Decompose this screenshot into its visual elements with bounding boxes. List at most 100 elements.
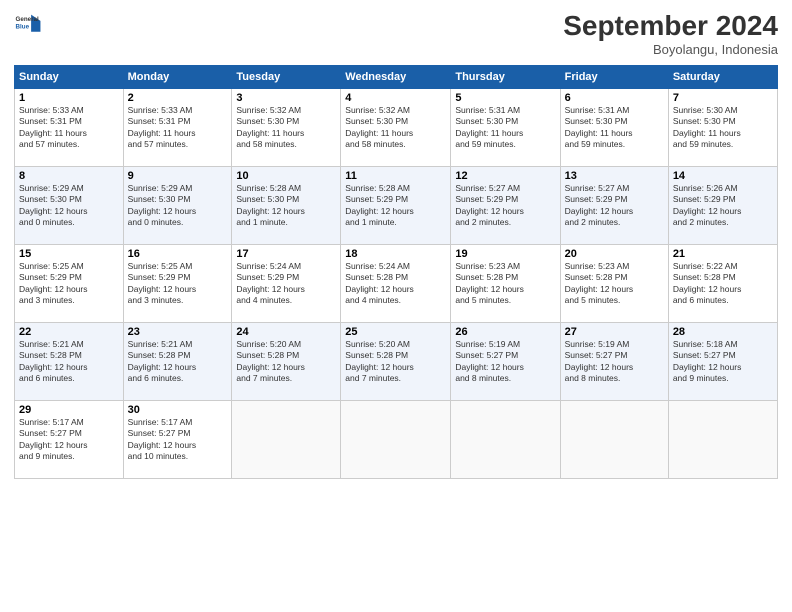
day-number: 29 — [19, 404, 119, 416]
svg-text:General: General — [16, 16, 39, 23]
calendar-cell: 19Sunrise: 5:23 AMSunset: 5:28 PMDayligh… — [451, 245, 560, 323]
calendar-cell: 8Sunrise: 5:29 AMSunset: 5:30 PMDaylight… — [15, 167, 124, 245]
day-info: Sunrise: 5:29 AMSunset: 5:30 PMDaylight:… — [128, 183, 228, 229]
calendar-week-1: 1 Sunrise: 5:33 AMSunset: 5:31 PMDaylight… — [15, 89, 778, 167]
calendar-cell — [451, 401, 560, 479]
calendar-cell: 14Sunrise: 5:26 AMSunset: 5:29 PMDayligh… — [668, 167, 777, 245]
calendar-week-3: 15Sunrise: 5:25 AMSunset: 5:29 PMDayligh… — [15, 245, 778, 323]
day-info: Sunrise: 5:21 AMSunset: 5:28 PMDaylight:… — [19, 339, 119, 385]
day-info: Sunrise: 5:30 AMSunset: 5:30 PMDaylight:… — [673, 105, 773, 151]
day-number: 2 — [128, 92, 228, 104]
day-number: 18 — [345, 248, 446, 260]
day-info: Sunrise: 5:20 AMSunset: 5:28 PMDaylight:… — [236, 339, 336, 385]
calendar-cell: 10Sunrise: 5:28 AMSunset: 5:30 PMDayligh… — [232, 167, 341, 245]
col-header-saturday: Saturday — [668, 66, 777, 89]
day-number: 1 — [19, 92, 119, 104]
calendar-cell: 6Sunrise: 5:31 AMSunset: 5:30 PMDaylight… — [560, 89, 668, 167]
page-header: General Blue September 2024 Boyolangu, I… — [14, 10, 778, 57]
calendar-cell: 3Sunrise: 5:32 AMSunset: 5:30 PMDaylight… — [232, 89, 341, 167]
calendar-cell — [560, 401, 668, 479]
calendar-cell: 27Sunrise: 5:19 AMSunset: 5:27 PMDayligh… — [560, 323, 668, 401]
day-info: Sunrise: 5:17 AMSunset: 5:27 PMDaylight:… — [128, 417, 228, 463]
day-info: Sunrise: 5:23 AMSunset: 5:28 PMDaylight:… — [455, 261, 555, 307]
day-info: Sunrise: 5:27 AMSunset: 5:29 PMDaylight:… — [565, 183, 664, 229]
day-number: 4 — [345, 92, 446, 104]
day-info: Sunrise: 5:23 AMSunset: 5:28 PMDaylight:… — [565, 261, 664, 307]
day-number: 19 — [455, 248, 555, 260]
calendar-cell: 18Sunrise: 5:24 AMSunset: 5:28 PMDayligh… — [341, 245, 451, 323]
calendar-week-4: 22Sunrise: 5:21 AMSunset: 5:28 PMDayligh… — [15, 323, 778, 401]
title-area: September 2024 Boyolangu, Indonesia — [563, 10, 778, 57]
day-number: 27 — [565, 326, 664, 338]
calendar-cell: 16Sunrise: 5:25 AMSunset: 5:29 PMDayligh… — [123, 245, 232, 323]
calendar-cell: 15Sunrise: 5:25 AMSunset: 5:29 PMDayligh… — [15, 245, 124, 323]
day-info: Sunrise: 5:33 AMSunset: 5:31 PMDaylight:… — [128, 105, 228, 151]
day-number: 9 — [128, 170, 228, 182]
day-info: Sunrise: 5:32 AMSunset: 5:30 PMDaylight:… — [236, 105, 336, 151]
day-number: 20 — [565, 248, 664, 260]
col-header-friday: Friday — [560, 66, 668, 89]
day-number: 14 — [673, 170, 773, 182]
calendar-cell: 21Sunrise: 5:22 AMSunset: 5:28 PMDayligh… — [668, 245, 777, 323]
col-header-wednesday: Wednesday — [341, 66, 451, 89]
calendar-week-5: 29Sunrise: 5:17 AMSunset: 5:27 PMDayligh… — [15, 401, 778, 479]
day-info: Sunrise: 5:21 AMSunset: 5:28 PMDaylight:… — [128, 339, 228, 385]
day-number: 28 — [673, 326, 773, 338]
calendar-cell: 9Sunrise: 5:29 AMSunset: 5:30 PMDaylight… — [123, 167, 232, 245]
day-info: Sunrise: 5:19 AMSunset: 5:27 PMDaylight:… — [565, 339, 664, 385]
calendar-cell: 30Sunrise: 5:17 AMSunset: 5:27 PMDayligh… — [123, 401, 232, 479]
day-info: Sunrise: 5:28 AMSunset: 5:30 PMDaylight:… — [236, 183, 336, 229]
calendar-cell: 2Sunrise: 5:33 AMSunset: 5:31 PMDaylight… — [123, 89, 232, 167]
day-info: Sunrise: 5:31 AMSunset: 5:30 PMDaylight:… — [455, 105, 555, 151]
calendar: SundayMondayTuesdayWednesdayThursdayFrid… — [14, 65, 778, 479]
col-header-thursday: Thursday — [451, 66, 560, 89]
col-header-tuesday: Tuesday — [232, 66, 341, 89]
day-number: 23 — [128, 326, 228, 338]
day-number: 11 — [345, 170, 446, 182]
day-number: 21 — [673, 248, 773, 260]
day-number: 26 — [455, 326, 555, 338]
calendar-cell: 1Sunrise: 5:33 AMSunset: 5:31 PMDaylight… — [15, 89, 124, 167]
day-number: 12 — [455, 170, 555, 182]
month-title: September 2024 — [563, 10, 778, 42]
calendar-cell: 11Sunrise: 5:28 AMSunset: 5:29 PMDayligh… — [341, 167, 451, 245]
calendar-cell: 4Sunrise: 5:32 AMSunset: 5:30 PMDaylight… — [341, 89, 451, 167]
day-info: Sunrise: 5:17 AMSunset: 5:27 PMDaylight:… — [19, 417, 119, 463]
calendar-cell — [232, 401, 341, 479]
calendar-cell: 23Sunrise: 5:21 AMSunset: 5:28 PMDayligh… — [123, 323, 232, 401]
calendar-cell: 26Sunrise: 5:19 AMSunset: 5:27 PMDayligh… — [451, 323, 560, 401]
day-info: Sunrise: 5:18 AMSunset: 5:27 PMDaylight:… — [673, 339, 773, 385]
calendar-cell: 12Sunrise: 5:27 AMSunset: 5:29 PMDayligh… — [451, 167, 560, 245]
calendar-cell: 13Sunrise: 5:27 AMSunset: 5:29 PMDayligh… — [560, 167, 668, 245]
calendar-cell — [341, 401, 451, 479]
day-info: Sunrise: 5:29 AMSunset: 5:30 PMDaylight:… — [19, 183, 119, 229]
day-number: 25 — [345, 326, 446, 338]
calendar-header-row: SundayMondayTuesdayWednesdayThursdayFrid… — [15, 66, 778, 89]
day-info: Sunrise: 5:27 AMSunset: 5:29 PMDaylight:… — [455, 183, 555, 229]
day-number: 5 — [455, 92, 555, 104]
day-number: 17 — [236, 248, 336, 260]
day-number: 16 — [128, 248, 228, 260]
day-number: 22 — [19, 326, 119, 338]
calendar-cell — [668, 401, 777, 479]
day-number: 7 — [673, 92, 773, 104]
day-number: 30 — [128, 404, 228, 416]
logo: General Blue — [14, 10, 42, 38]
calendar-cell: 17Sunrise: 5:24 AMSunset: 5:29 PMDayligh… — [232, 245, 341, 323]
svg-text:Blue: Blue — [16, 24, 30, 31]
calendar-cell: 5Sunrise: 5:31 AMSunset: 5:30 PMDaylight… — [451, 89, 560, 167]
day-info: Sunrise: 5:24 AMSunset: 5:29 PMDaylight:… — [236, 261, 336, 307]
day-number: 10 — [236, 170, 336, 182]
day-number: 3 — [236, 92, 336, 104]
logo-icon: General Blue — [14, 10, 42, 38]
day-number: 13 — [565, 170, 664, 182]
calendar-cell: 20Sunrise: 5:23 AMSunset: 5:28 PMDayligh… — [560, 245, 668, 323]
calendar-cell: 28Sunrise: 5:18 AMSunset: 5:27 PMDayligh… — [668, 323, 777, 401]
day-info: Sunrise: 5:32 AMSunset: 5:30 PMDaylight:… — [345, 105, 446, 151]
day-info: Sunrise: 5:25 AMSunset: 5:29 PMDaylight:… — [128, 261, 228, 307]
calendar-week-2: 8Sunrise: 5:29 AMSunset: 5:30 PMDaylight… — [15, 167, 778, 245]
calendar-cell: 7Sunrise: 5:30 AMSunset: 5:30 PMDaylight… — [668, 89, 777, 167]
col-header-sunday: Sunday — [15, 66, 124, 89]
day-number: 6 — [565, 92, 664, 104]
day-info: Sunrise: 5:25 AMSunset: 5:29 PMDaylight:… — [19, 261, 119, 307]
